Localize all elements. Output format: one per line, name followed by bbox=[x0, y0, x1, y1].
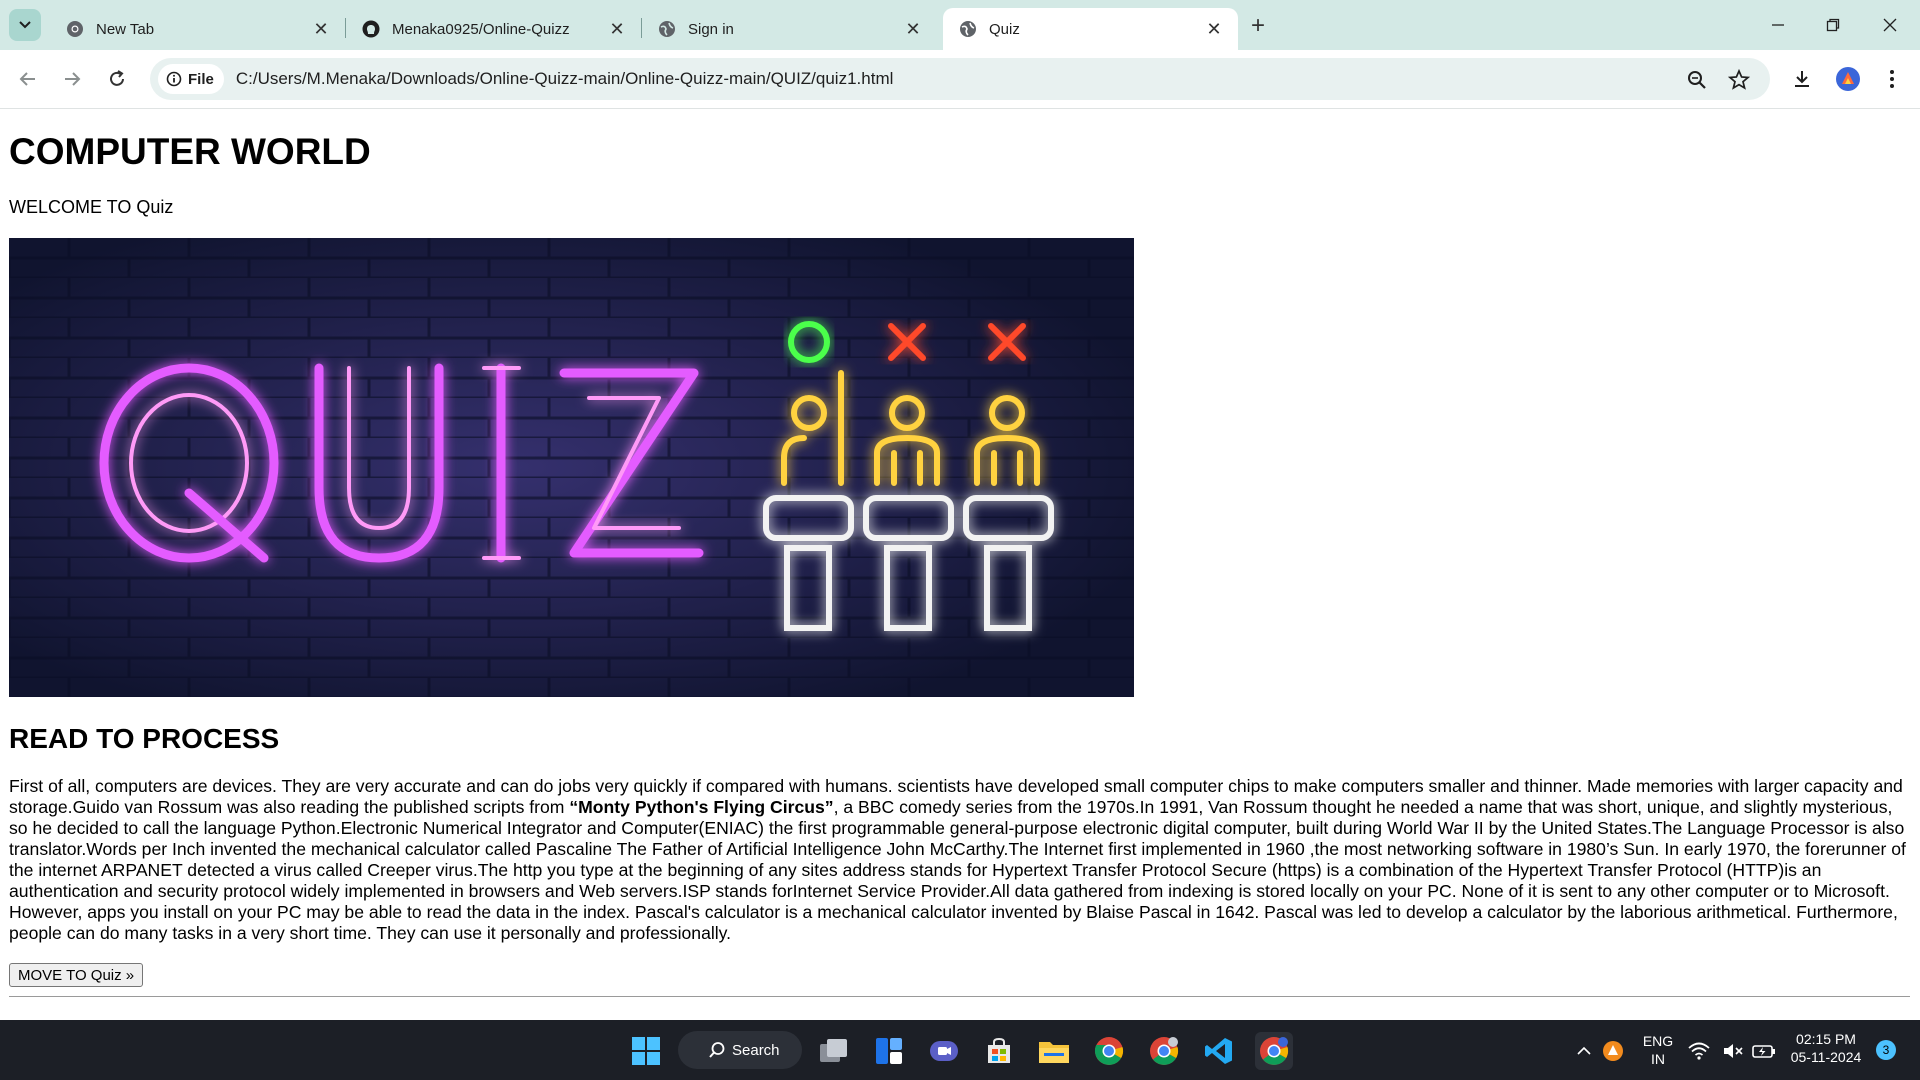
windows-icon bbox=[632, 1037, 660, 1065]
teams-meet-button[interactable] bbox=[925, 1032, 963, 1070]
browser-toolbar: File C:/Users/M.Menaka/Downloads/Online-… bbox=[0, 50, 1920, 109]
warning-app-icon bbox=[1603, 1041, 1623, 1061]
back-button[interactable] bbox=[14, 65, 42, 93]
search-icon bbox=[709, 1042, 725, 1058]
close-window-button[interactable] bbox=[1867, 10, 1913, 40]
task-view-icon bbox=[820, 1039, 847, 1062]
speaker-muted-icon bbox=[1724, 1044, 1743, 1058]
close-tab-icon[interactable]: ✕ bbox=[605, 17, 629, 41]
vscode-button[interactable] bbox=[1200, 1032, 1238, 1070]
store-icon bbox=[988, 1037, 1010, 1063]
chevron-down-icon bbox=[19, 21, 31, 29]
arrow-right-icon bbox=[65, 72, 81, 86]
profile-button[interactable] bbox=[1834, 65, 1862, 93]
more-vert-icon bbox=[1890, 70, 1894, 88]
tab-title: Sign in bbox=[688, 20, 734, 38]
chrome-icon bbox=[67, 21, 83, 37]
globe-icon bbox=[659, 21, 675, 37]
language-label: ENG bbox=[1642, 1033, 1674, 1049]
downloads-button[interactable] bbox=[1788, 65, 1816, 93]
notification-badge[interactable]: 3 bbox=[1876, 1040, 1896, 1060]
new-tab-button[interactable]: + bbox=[1244, 12, 1272, 40]
divider bbox=[9, 996, 1910, 997]
tray-app-button[interactable] bbox=[1600, 1032, 1626, 1070]
quiz-neon-illustration bbox=[9, 238, 1134, 697]
battery-status[interactable] bbox=[1750, 1032, 1778, 1070]
clock[interactable]: 02:15 PM 05-11-2024 bbox=[1784, 1030, 1868, 1066]
plus-icon: + bbox=[1250, 12, 1265, 39]
reload-button[interactable] bbox=[103, 65, 131, 93]
menu-button[interactable] bbox=[1878, 65, 1906, 93]
welcome-text: WELCOME TO Quiz bbox=[9, 197, 174, 217]
windows-taskbar: Search ENG IN 02:15 PM 05-11-2024 bbox=[0, 1020, 1920, 1080]
url-text[interactable]: C:/Users/M.Menaka/Downloads/Online-Quizz… bbox=[236, 69, 894, 89]
close-tab-icon[interactable]: ✕ bbox=[1202, 17, 1226, 41]
zoom-icon[interactable] bbox=[1686, 69, 1708, 91]
chevron-up-icon bbox=[1577, 1046, 1591, 1055]
quiz-hero-image bbox=[9, 238, 1134, 697]
chrome-profile-button[interactable] bbox=[1145, 1032, 1183, 1070]
close-icon bbox=[1883, 18, 1897, 32]
tab-github[interactable]: Menaka0925/Online-Quizz ✕ bbox=[346, 8, 641, 50]
reload-icon bbox=[110, 70, 124, 86]
info-icon bbox=[166, 71, 182, 87]
article-paragraph: First of all, computers are devices. The… bbox=[9, 776, 1909, 944]
taskbar-search[interactable]: Search bbox=[678, 1031, 802, 1069]
forward-button[interactable] bbox=[58, 65, 86, 93]
site-info-chip[interactable]: File bbox=[158, 64, 224, 94]
page-content: COMPUTER WORLD WELCOME TO Quiz READ TO P… bbox=[0, 109, 1920, 1019]
vscode-icon bbox=[1205, 1038, 1232, 1064]
tab-sign-in[interactable]: Sign in ✕ bbox=[642, 8, 937, 50]
paragraph-bold-text: “Monty Python's Flying Circus” bbox=[569, 797, 834, 817]
arrow-left-icon bbox=[19, 72, 35, 86]
minimize-icon bbox=[1772, 24, 1784, 26]
tab-new-tab[interactable]: New Tab ✕ bbox=[50, 8, 345, 50]
avatar bbox=[1836, 67, 1860, 91]
video-call-icon bbox=[930, 1041, 958, 1061]
chrome-icon bbox=[1150, 1037, 1179, 1065]
tab-title: New Tab bbox=[96, 20, 155, 38]
wifi-status[interactable] bbox=[1686, 1032, 1712, 1070]
search-label: Search bbox=[732, 1041, 780, 1059]
region-label: IN bbox=[1651, 1051, 1665, 1067]
close-tab-icon[interactable]: ✕ bbox=[309, 17, 333, 41]
start-button[interactable] bbox=[627, 1032, 665, 1070]
clock-date: 05-11-2024 bbox=[1790, 1049, 1862, 1065]
site-chip-label: File bbox=[188, 70, 214, 88]
close-tab-icon[interactable]: ✕ bbox=[901, 17, 925, 41]
widgets-button[interactable] bbox=[870, 1032, 908, 1070]
chrome-icon bbox=[1260, 1037, 1289, 1065]
address-bar[interactable]: File C:/Users/M.Menaka/Downloads/Online-… bbox=[150, 58, 1770, 100]
paragraph-text: , a BBC comedy series from the 1970s.In … bbox=[9, 797, 1906, 943]
chrome-active-button[interactable] bbox=[1255, 1032, 1293, 1070]
star-icon[interactable] bbox=[1728, 69, 1750, 91]
minimize-button[interactable] bbox=[1755, 10, 1801, 40]
tab-quiz[interactable]: Quiz ✕ bbox=[943, 8, 1238, 50]
page-title: COMPUTER WORLD bbox=[9, 131, 371, 172]
section-title: READ TO PROCESS bbox=[9, 723, 280, 754]
tab-title: Quiz bbox=[989, 20, 1020, 38]
volume-status[interactable] bbox=[1720, 1032, 1746, 1070]
input-language[interactable]: ENG IN bbox=[1640, 1032, 1676, 1068]
tab-title: Menaka0925/Online-Quizz bbox=[392, 20, 570, 38]
battery-icon bbox=[1752, 1045, 1775, 1058]
github-icon bbox=[362, 20, 380, 38]
download-icon bbox=[1795, 71, 1809, 87]
wifi-icon bbox=[1688, 1042, 1710, 1060]
clock-time: 02:15 PM bbox=[1796, 1031, 1856, 1047]
task-view-button[interactable] bbox=[815, 1032, 853, 1070]
folder-icon bbox=[1039, 1042, 1069, 1063]
file-explorer-button[interactable] bbox=[1035, 1032, 1073, 1070]
chrome-button[interactable] bbox=[1090, 1032, 1128, 1070]
restore-button[interactable] bbox=[1810, 10, 1856, 40]
chrome-icon bbox=[1094, 1037, 1124, 1065]
show-hidden-icons-button[interactable] bbox=[1572, 1032, 1596, 1070]
tab-search-button[interactable] bbox=[9, 9, 41, 41]
globe-icon bbox=[960, 21, 976, 37]
move-to-quiz-button[interactable]: MOVE TO Quiz » bbox=[9, 963, 144, 987]
widgets-icon bbox=[876, 1038, 902, 1064]
store-button[interactable] bbox=[980, 1032, 1018, 1070]
browser-tab-strip: New Tab ✕ Menaka0925/Online-Quizz ✕ Sign… bbox=[0, 0, 1920, 50]
restore-icon bbox=[1826, 18, 1840, 32]
